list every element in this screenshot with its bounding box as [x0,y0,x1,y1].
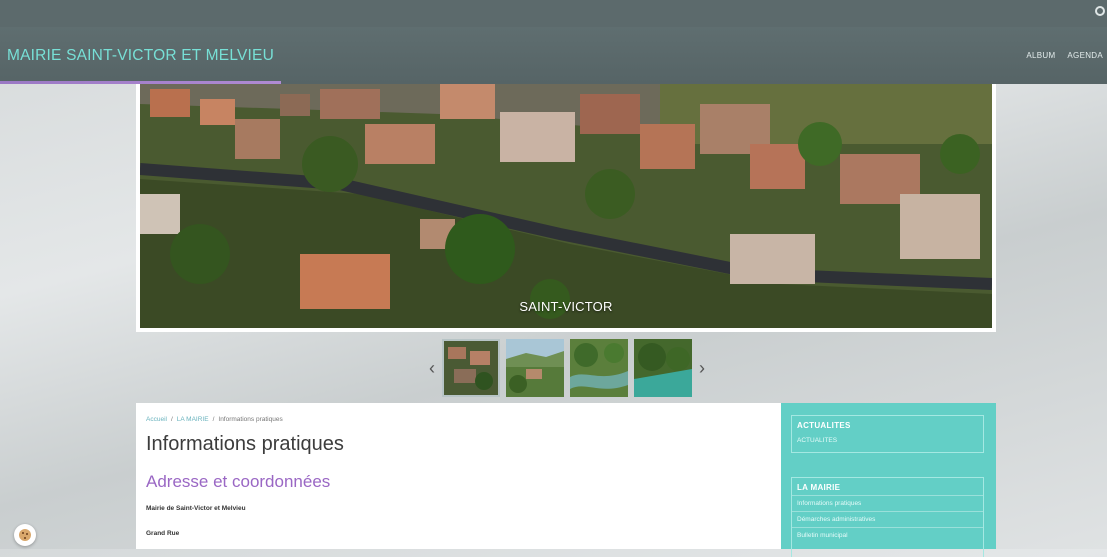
cookie-glyph [19,529,31,541]
hero-image: SAINT-VICTOR [140,84,992,328]
site-header: MAIRIE SAINT-VICTOR ET MELVIEU ALBUM AGE… [0,27,1107,84]
breadcrumb-separator: / [170,416,173,423]
breadcrumb: Accueil / LA MAIRIE / Informations pratiques [146,416,283,423]
sidebar-item-demarches-administratives[interactable]: Démarches administratives [792,511,983,527]
address-line-1: Mairie de Saint-Victor et Melvieu [146,505,246,512]
address-line-2: Grand Rue [146,530,180,537]
site-title[interactable]: MAIRIE SAINT-VICTOR ET MELVIEU [7,47,274,65]
sidebar-heading-actualites: ACTUALITES [797,421,851,430]
top-strip [0,0,1107,27]
nav-item-agenda[interactable]: AGENDA [1067,51,1103,60]
sidebar-heading-la-mairie: LA MAIRIE [797,483,841,492]
hero-slider: SAINT-VICTOR [136,84,996,332]
thumbnail-3[interactable] [570,338,628,397]
page-title: Informations pratiques [146,433,344,455]
sidebar-item-actualites[interactable]: ACTUALITES [792,433,983,452]
chevron-left-icon[interactable]: ‹ [425,359,439,377]
breadcrumb-la-mairie[interactable]: LA MAIRIE [177,416,209,423]
breadcrumb-current: Informations pratiques [218,416,283,423]
sidebar-item-bulletin-municipal[interactable]: Bulletin municipal [792,527,983,543]
sidebar: ACTUALITES ACTUALITES LA MAIRIE Informat… [781,403,996,557]
breadcrumb-home[interactable]: Accueil [146,416,167,423]
cookie-icon[interactable] [14,524,36,546]
nav-item-album[interactable]: ALBUM [1026,51,1055,60]
section-title: Adresse et coordonnées [146,472,331,491]
chevron-right-icon[interactable]: › [695,359,709,377]
thumbnail-2[interactable] [506,338,564,397]
hero-caption: SAINT-VICTOR [519,299,613,314]
thumbnail-4[interactable] [634,338,692,397]
thumbnail-1[interactable] [442,338,500,397]
breadcrumb-separator: / [212,416,215,423]
sidebar-item-informations-pratiques[interactable]: Informations pratiques [792,495,983,511]
thumbnail-carousel: ‹ › [425,337,709,398]
sidebar-box-actualites: ACTUALITES ACTUALITES [791,415,984,453]
main-content: Accueil / LA MAIRIE / Informations pratiques… [136,403,781,549]
sidebar-box-la-mairie: LA MAIRIE Informations pratiques Démarch… [791,477,984,557]
main-nav: ALBUM AGENDA [1026,51,1103,60]
search-icon[interactable] [1095,6,1105,16]
